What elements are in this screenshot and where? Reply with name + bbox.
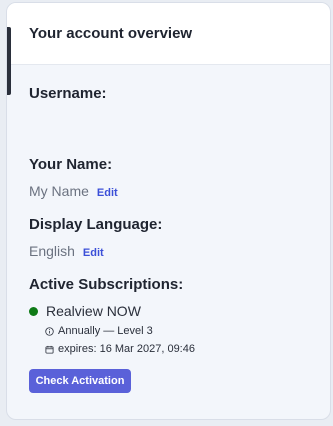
actions-row: Check Activation <box>29 369 308 393</box>
name-label: Your Name: <box>29 156 113 173</box>
name-section: Your Name: My Name Edit <box>29 156 308 199</box>
language-label: Display Language: <box>29 216 163 233</box>
username-label: Username: <box>29 85 107 102</box>
card-accent-bar <box>7 27 11 95</box>
calendar-icon <box>45 345 54 354</box>
subscriptions-section: Active Subscriptions: Realview NOW Annua… <box>29 276 308 355</box>
name-value-row: My Name Edit <box>29 183 308 199</box>
card-header: Your account overview <box>7 3 330 65</box>
card-body: Username: Your Name: My Name Edit Displa… <box>7 65 330 393</box>
edit-language-link[interactable]: Edit <box>83 247 104 259</box>
subscription-expiry-row: expires: 16 Mar 2027, 09:46 <box>45 343 308 355</box>
subscription-expiry: expires: 16 Mar 2027, 09:46 <box>58 343 195 355</box>
username-section: Username: <box>29 85 308 145</box>
subscription-plan: Annually — Level 3 <box>58 325 153 337</box>
info-icon <box>45 326 54 336</box>
language-value: English <box>29 243 75 259</box>
language-section: Display Language: English Edit <box>29 216 308 259</box>
language-value-row: English Edit <box>29 243 308 259</box>
subscription-plan-row: Annually — Level 3 <box>45 325 308 337</box>
name-value: My Name <box>29 183 89 199</box>
subscription-main-row: Realview NOW <box>29 303 308 319</box>
check-activation-button[interactable]: Check Activation <box>29 369 131 393</box>
page-title: Your account overview <box>29 25 193 42</box>
account-overview-card: Your account overview Username: Your Nam… <box>6 2 331 420</box>
active-status-dot <box>29 306 38 316</box>
subscriptions-label: Active Subscriptions: <box>29 276 184 293</box>
subscription-item: Realview NOW Annually — Level 3 expires:… <box>29 303 308 355</box>
edit-name-link[interactable]: Edit <box>97 187 118 199</box>
subscription-name: Realview NOW <box>46 303 141 319</box>
